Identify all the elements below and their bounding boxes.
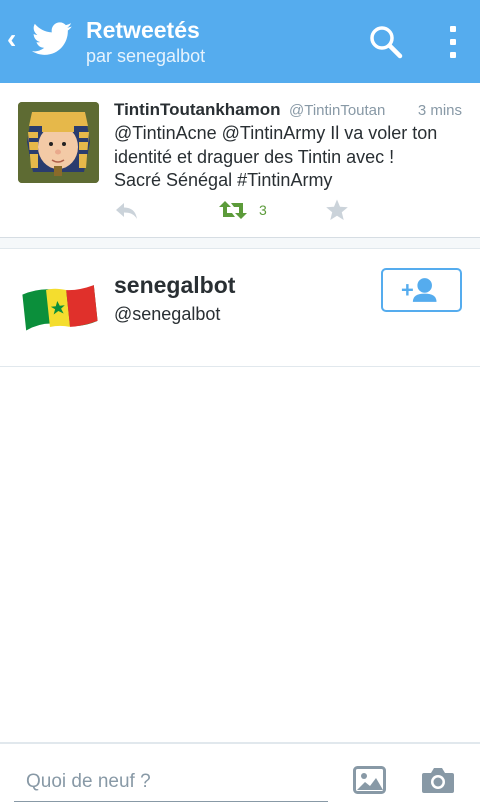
avatar[interactable]	[18, 102, 99, 183]
page-title: Retweetés	[86, 17, 200, 43]
section-divider	[0, 237, 480, 249]
tweet-text: @TintinAcne @TintinArmy Il va voler ton …	[114, 122, 470, 193]
user-row[interactable]: senegalbot @senegalbot +	[0, 249, 480, 367]
tweet-header: TintinToutankhamon @TintinToutan 3 mins	[114, 100, 470, 122]
follow-button[interactable]: +	[381, 268, 462, 312]
tweet[interactable]: TintinToutankhamon @TintinToutan 3 mins …	[0, 83, 480, 237]
camera-icon[interactable]	[421, 766, 455, 794]
tweet-text-line: @TintinAcne @TintinArmy Il va voler ton	[114, 123, 438, 143]
retweet-icon[interactable]	[218, 198, 248, 222]
tweet-author-handle[interactable]: @TintinToutan	[289, 102, 385, 119]
user-handle: @senegalbot	[114, 304, 221, 324]
compose-input[interactable]: Quoi de neuf ?	[14, 768, 328, 802]
overflow-menu-icon[interactable]	[440, 22, 466, 62]
tweet-text-line: identité et draguer des Tintin avec !	[114, 146, 395, 167]
photo-icon[interactable]	[353, 766, 386, 794]
svg-text:+: +	[401, 277, 414, 302]
action-bar: ‹ Retweetés par senegalbot	[0, 0, 480, 83]
search-icon[interactable]	[368, 24, 404, 60]
back-chevron-icon[interactable]: ‹	[7, 24, 21, 54]
tweet-text-line: Sacré Sénégal #TintinArmy	[114, 170, 333, 190]
favorite-icon[interactable]	[325, 198, 349, 222]
page-subtitle: par senegalbot	[86, 46, 206, 66]
tweet-author-name[interactable]: TintinToutankhamon	[114, 100, 281, 119]
add-user-icon: +	[401, 277, 437, 302]
tweet-timestamp: 3 mins	[417, 102, 462, 119]
compose-bar: Quoi de neuf ?	[0, 742, 480, 810]
user-name[interactable]: senegalbot	[114, 272, 235, 299]
retweet-count: 3	[259, 202, 267, 218]
avatar[interactable]	[18, 279, 98, 337]
twitter-bird-icon[interactable]	[32, 22, 72, 56]
reply-icon[interactable]	[114, 198, 140, 222]
